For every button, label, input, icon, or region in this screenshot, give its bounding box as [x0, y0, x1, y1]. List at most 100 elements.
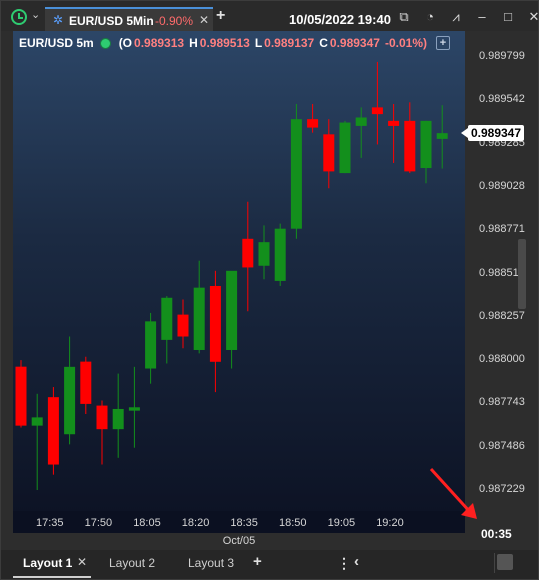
candle-body [193, 287, 205, 350]
candle [274, 223, 286, 286]
candle [145, 312, 157, 384]
title-bar: ⌄ ✲ EUR/USD 5Min -0.90% ✕ + 10/05/2022 1… [1, 1, 539, 31]
add-indicator-button[interactable]: + [436, 36, 450, 50]
ohlc-low: 0.989137 [264, 36, 315, 50]
candle-body [31, 417, 43, 426]
chart-tab[interactable]: ✲ EUR/USD 5Min -0.90% ✕ [45, 7, 213, 31]
date-label: Oct/05 [13, 533, 465, 549]
price-axis-scrollbar[interactable] [518, 239, 526, 309]
clock-icon[interactable]: ◔ [422, 9, 438, 25]
layout-tab-1[interactable]: Layout 1 [23, 556, 72, 570]
clock-logo-icon[interactable] [11, 9, 27, 25]
ohlc-high: 0.989513 [199, 36, 250, 50]
time-tick-label: 19:05 [327, 517, 356, 529]
price-tick-label: 0.987486 [479, 439, 525, 452]
candle-body [226, 270, 238, 350]
candle [112, 373, 124, 458]
tab-change: -0.90% [155, 14, 194, 28]
candle-body [80, 361, 92, 404]
candle-body [145, 321, 157, 369]
candle-body [274, 228, 286, 281]
scroll-left-icon[interactable]: ‹ [354, 553, 359, 570]
candle-body [420, 120, 432, 169]
ohlc-high-label: H [189, 36, 198, 50]
candle-body [355, 117, 367, 126]
symbol-label[interactable]: EUR/USD 5m [19, 36, 94, 50]
layout-square-button[interactable] [497, 554, 513, 570]
layout-tab-3[interactable]: Layout 3 [188, 556, 234, 570]
tab-close-icon[interactable]: ✕ [199, 13, 209, 27]
candle-body [388, 120, 400, 126]
zigzag-icon[interactable]: ⩘ [448, 9, 464, 25]
candle-countdown: 00:35 [481, 527, 512, 541]
minimize-icon[interactable]: – [474, 9, 490, 25]
candle [420, 120, 432, 184]
candle-body [209, 285, 221, 362]
candle [258, 225, 270, 280]
candle-body [128, 407, 140, 411]
candle [161, 296, 173, 364]
candle [242, 201, 254, 312]
candle-body [258, 242, 270, 266]
candle-body [436, 133, 448, 139]
time-tick-label: 18:05 [133, 517, 161, 529]
layout-tab-close-icon[interactable]: ✕ [77, 555, 87, 569]
candle [193, 260, 205, 354]
symbol-info-bar: EUR/USD 5m (O 0.989313 H 0.989513 L 0.98… [19, 34, 450, 52]
ohlc-change: -0.01%) [384, 36, 427, 50]
time-tick-label: 19:20 [376, 517, 404, 529]
price-tick-label: 0.987229 [479, 483, 525, 495]
candle-body [323, 134, 335, 172]
ohlc-low-label: L [254, 36, 263, 50]
maximize-icon[interactable]: □ [500, 9, 516, 25]
candle-body [161, 297, 173, 340]
candle-body [47, 397, 59, 465]
add-tab-button[interactable]: + [216, 7, 225, 25]
candle-body [307, 119, 319, 128]
candle-body [242, 238, 254, 268]
datetime-display: 10/05/2022 19:40 [289, 12, 391, 27]
candle [436, 105, 448, 169]
candle [96, 400, 108, 465]
candle [31, 393, 43, 490]
clone-icon[interactable]: ⧉ [396, 9, 412, 25]
time-tick-label: 18:50 [279, 517, 307, 529]
tab-title: EUR/USD 5Min [69, 14, 154, 28]
price-tick-label: 0.989028 [479, 179, 525, 192]
layout-bar-divider [494, 553, 495, 573]
candle [323, 119, 335, 189]
close-icon[interactable]: ✕ [526, 9, 539, 25]
candle [290, 104, 302, 239]
price-tick-label: 0.988000 [479, 353, 525, 366]
candle-body [64, 366, 76, 435]
time-tick-label: 17:35 [36, 517, 64, 529]
ohlc-open-label: (O [118, 36, 133, 50]
time-axis[interactable]: 17:35 17:50 18:05 18:20 18:35 18:50 19:05 19:20 [13, 511, 465, 533]
price-tick-label: 0.988771 [479, 223, 525, 236]
candle [339, 120, 351, 174]
ohlc-open: 0.989313 [134, 36, 185, 50]
candle-body [96, 405, 108, 430]
price-tick-label: 0.987743 [479, 396, 525, 409]
ohlc-close-label: C [319, 36, 328, 50]
add-layout-button[interactable]: + [253, 553, 262, 570]
candle-body [339, 122, 351, 174]
price-tick-label: 0.988257 [479, 309, 525, 322]
more-options-icon[interactable]: ⋮ [337, 555, 351, 572]
chevron-down-icon[interactable]: ⌄ [31, 8, 40, 21]
candle [355, 107, 367, 158]
time-tick-label: 18:35 [230, 517, 258, 529]
live-status-icon [99, 37, 111, 49]
layout-bar: Layout 1 ✕ Layout 2 Layout 3 + ⋮ ‹ [1, 550, 538, 579]
candle-body [371, 107, 383, 115]
candle [177, 299, 189, 349]
active-tab-indicator [13, 576, 91, 578]
price-tick-label: 0.989799 [479, 50, 525, 62]
time-tick-label: 17:50 [84, 517, 113, 529]
time-tick-label: 18:20 [181, 517, 210, 529]
candle [307, 104, 319, 133]
trading-window: ⌄ ✲ EUR/USD 5Min -0.90% ✕ + 10/05/2022 1… [0, 0, 539, 580]
candle-body [404, 120, 416, 172]
candle [404, 102, 416, 174]
layout-tab-2[interactable]: Layout 2 [109, 556, 155, 570]
